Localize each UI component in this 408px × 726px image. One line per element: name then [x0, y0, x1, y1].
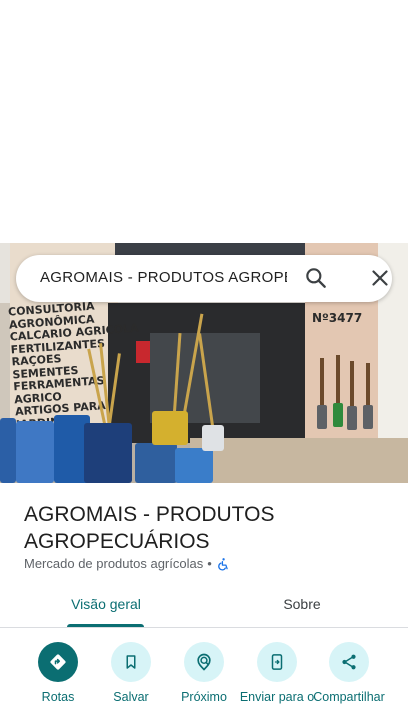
search-icon[interactable]: [303, 265, 329, 291]
save-button[interactable]: Salvar: [93, 642, 169, 704]
directions-icon: [50, 654, 66, 670]
share-label: Compartilhar: [313, 690, 385, 704]
map-blank-area: [0, 0, 408, 243]
place-category-row: Mercado de produtos agrícolas •: [24, 556, 230, 571]
search-query[interactable]: AGROMAIS - PRODUTOS AGROPECUÁRIOS: [40, 269, 287, 289]
tab-overview[interactable]: Visão geral: [58, 596, 154, 612]
send-to-phone-button[interactable]: Enviar para o: [239, 642, 315, 704]
nearby-icon: [197, 653, 211, 671]
directions-label: Rotas: [41, 690, 75, 704]
place-tabs: Visão geral Sobre: [0, 585, 408, 628]
share-icon: [342, 654, 356, 670]
share-button[interactable]: Compartilhar: [311, 642, 387, 704]
active-tab-indicator: [67, 624, 144, 627]
tab-about[interactable]: Sobre: [255, 596, 349, 612]
action-bar: Rotas Salvar Próximo Enviar para o Compa…: [0, 642, 408, 726]
send-to-phone-label: Enviar para o: [239, 690, 315, 704]
nearby-button[interactable]: Próximo: [166, 642, 242, 704]
place-title: AGROMAIS - PRODUTOS AGROPECUÁRIOS: [24, 503, 275, 553]
street-number: Nº3477: [312, 311, 363, 325]
nearby-label: Próximo: [181, 690, 227, 704]
save-label: Salvar: [113, 690, 149, 704]
bookmark-icon: [126, 655, 136, 669]
send-to-phone-icon: [271, 654, 283, 670]
wheelchair-icon: [217, 557, 228, 570]
close-icon[interactable]: [367, 265, 393, 291]
search-bar[interactable]: AGROMAIS - PRODUTOS AGROPECUÁRIOS: [16, 255, 392, 302]
directions-button[interactable]: Rotas: [20, 642, 96, 704]
separator: •: [207, 556, 212, 571]
place-category: Mercado de produtos agrícolas: [24, 556, 204, 571]
